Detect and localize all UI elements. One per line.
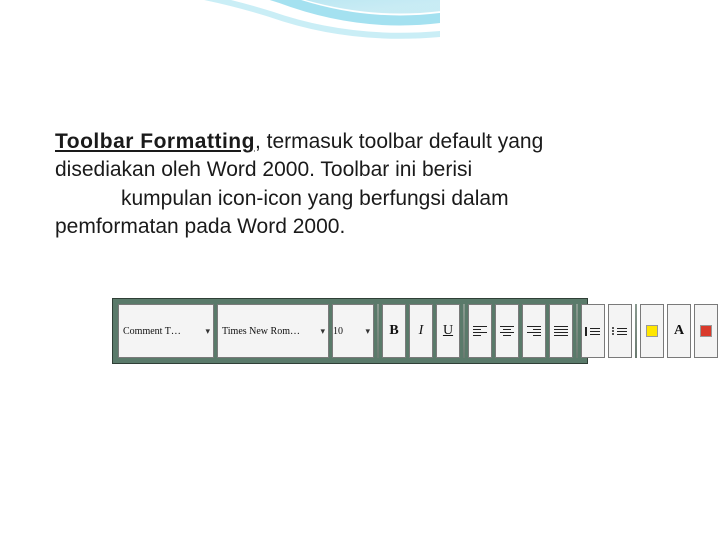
align-justify-button — [549, 304, 573, 358]
size-selector-label: 10 — [333, 326, 343, 337]
para2: disediakan oleh Word 2000. Toolbar ini b… — [55, 158, 472, 181]
align-center-button — [495, 304, 519, 358]
italic-label: I — [419, 323, 424, 339]
para4: pemformatan pada Word 2000. — [55, 215, 345, 238]
font-color-label: A — [674, 323, 684, 339]
font-selector-label: Times New Rom… — [222, 326, 300, 337]
red-swatch-icon — [700, 325, 712, 337]
align-left-button — [468, 304, 492, 358]
para3: kumpulan icon-icon yang berfungsi dalam — [121, 187, 509, 210]
divider — [463, 304, 465, 358]
toolbar-strip: Comment T… Times New Rom… 10 B I U A — [118, 304, 582, 358]
numbered-list-button — [581, 304, 605, 358]
align-right-button — [522, 304, 546, 358]
style-selector: Comment T… — [118, 304, 214, 358]
divider — [377, 304, 379, 358]
bulleted-list-button — [608, 304, 632, 358]
font-selector: Times New Rom… — [217, 304, 329, 358]
italic-button: I — [409, 304, 433, 358]
underline-label: U — [443, 323, 453, 339]
highlight-swatch-icon — [646, 325, 658, 337]
bold-label: B — [389, 323, 398, 339]
heading: Toolbar Formatting — [55, 130, 255, 153]
style-selector-label: Comment T… — [123, 326, 181, 337]
font-color-button: A — [667, 304, 691, 358]
size-selector: 10 — [332, 304, 374, 358]
para1-tail: , termasuk toolbar default yang — [255, 130, 543, 153]
bold-button: B — [382, 304, 406, 358]
formatting-toolbar-image: Comment T… Times New Rom… 10 B I U A — [112, 298, 588, 364]
body-text: Toolbar Formatting, termasuk toolbar def… — [55, 128, 660, 241]
slide: Toolbar Formatting, termasuk toolbar def… — [0, 0, 720, 540]
divider — [635, 304, 637, 358]
underline-button: U — [436, 304, 460, 358]
highlight-color-button — [640, 304, 664, 358]
decorative-wave — [0, 0, 440, 120]
divider — [576, 304, 578, 358]
font-color-swatch — [694, 304, 718, 358]
